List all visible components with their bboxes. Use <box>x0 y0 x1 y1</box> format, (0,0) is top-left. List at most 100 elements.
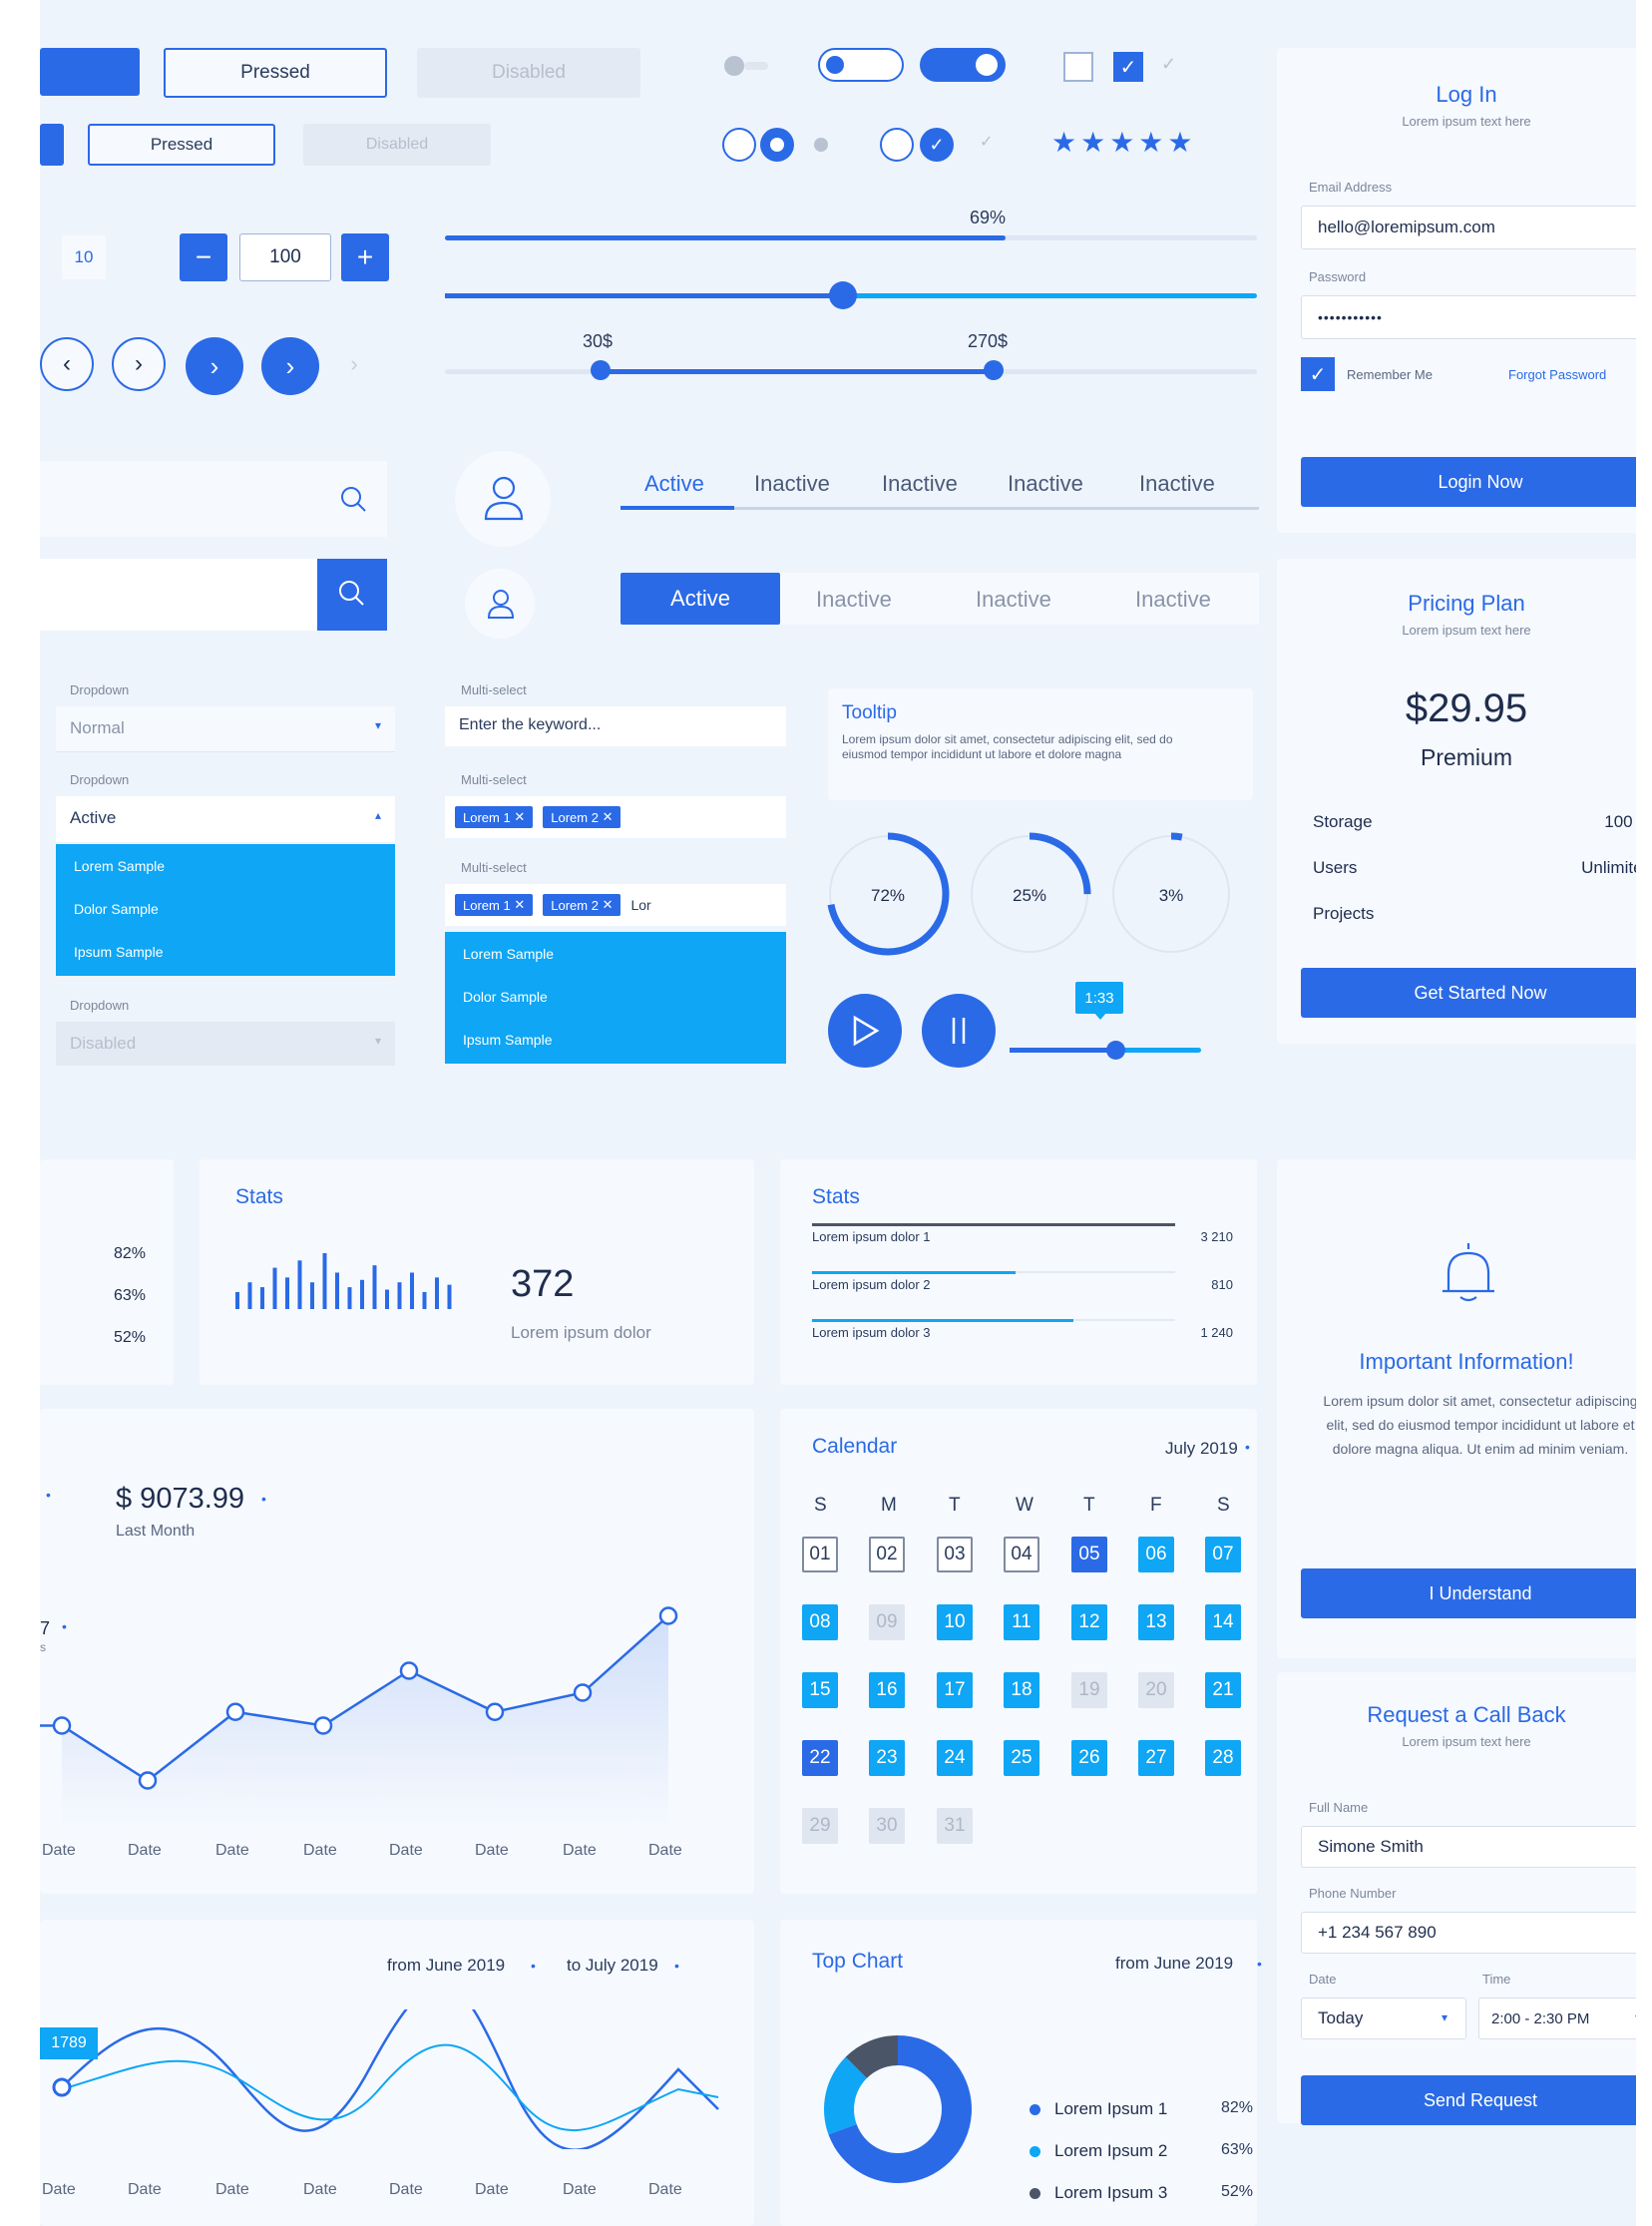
calendar-day[interactable]: 11 <box>1004 1604 1039 1640</box>
checkbox-unchecked[interactable] <box>1063 52 1093 82</box>
tab-filled-inactive-2[interactable]: Inactive <box>976 587 1051 613</box>
play-button[interactable] <box>828 994 902 1068</box>
chevron-down-icon[interactable]: • <box>1245 1439 1250 1455</box>
from-date-select[interactable]: from June 2019 <box>387 1956 505 1976</box>
chip[interactable]: Lorem 1 ✕ <box>455 806 534 828</box>
calendar-day[interactable]: 17 <box>937 1672 973 1708</box>
chip[interactable]: Lorem 2 ✕ <box>543 806 621 828</box>
range-slider-track[interactable] <box>445 360 1257 380</box>
calendar-day[interactable]: 25 <box>1004 1740 1039 1776</box>
close-icon[interactable]: ✕ <box>603 809 614 825</box>
quantity-input[interactable]: 100 <box>239 233 331 281</box>
radio-checked[interactable] <box>760 128 794 162</box>
login-button[interactable]: Login Now <box>1301 457 1636 507</box>
line-point[interactable] <box>658 1606 678 1625</box>
next-filled-button[interactable]: › <box>186 337 243 395</box>
small-stepper-value[interactable]: 10 <box>62 235 106 279</box>
primary-small-button-cut[interactable] <box>40 124 64 166</box>
tab-inactive-2[interactable]: Inactive <box>882 471 958 497</box>
decrement-button[interactable]: − <box>180 233 227 281</box>
calendar-day[interactable]: 21 <box>1205 1672 1241 1708</box>
chevron-down-icon[interactable]: • <box>531 1958 536 1974</box>
tab-filled-inactive-3[interactable]: Inactive <box>1135 587 1211 613</box>
dropdown-dot[interactable]: • <box>46 1487 51 1503</box>
date-select[interactable]: Today ▾ <box>1301 1998 1466 2039</box>
line-point[interactable] <box>138 1771 158 1790</box>
multiselect-with-chips[interactable]: Lorem 1 ✕ Lorem 2 ✕ <box>445 796 786 838</box>
chevron-down-icon[interactable]: • <box>261 1491 266 1507</box>
line-point[interactable] <box>225 1702 245 1721</box>
tab-inactive-3[interactable]: Inactive <box>1008 471 1083 497</box>
calendar-day[interactable]: 01 <box>802 1537 838 1572</box>
calendar-day[interactable]: 02 <box>869 1537 905 1572</box>
wave-marker[interactable] <box>52 2077 72 2097</box>
slider-handle[interactable] <box>828 281 857 309</box>
tab-inactive-4[interactable]: Inactive <box>1139 471 1215 497</box>
multiselect-typing[interactable]: Lorem 1 ✕ Lorem 2 ✕ Lor <box>445 884 786 926</box>
multiselect-option[interactable]: Ipsum Sample <box>445 1018 786 1061</box>
radio-check-on[interactable]: ✓ <box>920 128 954 162</box>
calendar-day[interactable]: 05 <box>1071 1537 1107 1572</box>
calendar-day[interactable]: 08 <box>802 1604 838 1640</box>
close-icon[interactable]: ✕ <box>514 809 525 825</box>
range-min-handle[interactable] <box>591 360 611 380</box>
password-field[interactable]: ••••••••••• <box>1301 295 1636 339</box>
dropdown-option[interactable]: Lorem Sample <box>56 844 395 887</box>
calendar-day[interactable]: 27 <box>1138 1740 1174 1776</box>
dropdown-active[interactable]: Active ▴ <box>56 796 395 842</box>
top-chart-from-select[interactable]: from June 2019 <box>1115 1954 1233 1974</box>
calendar-day[interactable]: 15 <box>802 1672 838 1708</box>
avatar-small[interactable] <box>465 569 535 639</box>
calendar-day[interactable]: 28 <box>1205 1740 1241 1776</box>
line-point[interactable] <box>399 1661 419 1680</box>
dropdown-normal[interactable]: Normal ▾ <box>56 706 395 752</box>
range-max-handle[interactable] <box>984 360 1004 380</box>
line-point[interactable] <box>313 1716 333 1735</box>
calendar-day[interactable]: 07 <box>1205 1537 1241 1572</box>
calendar-day[interactable]: 14 <box>1205 1604 1241 1640</box>
email-field[interactable]: hello@loremipsum.com <box>1301 206 1636 249</box>
get-started-button[interactable]: Get Started Now <box>1301 968 1636 1018</box>
toggle-on[interactable] <box>920 48 1006 82</box>
line-point[interactable] <box>52 1716 72 1735</box>
toggle-off[interactable] <box>818 48 904 82</box>
avatar[interactable] <box>455 451 551 547</box>
calendar-day[interactable]: 06 <box>1138 1537 1174 1572</box>
search-button[interactable] <box>317 559 387 631</box>
calendar-day[interactable]: 03 <box>937 1537 973 1572</box>
tab-active[interactable]: Active <box>644 471 704 497</box>
full-name-field[interactable]: Simone Smith <box>1301 1826 1636 1868</box>
to-date-select[interactable]: to July 2019 <box>567 1956 658 1976</box>
send-request-button[interactable]: Send Request <box>1301 2075 1636 2125</box>
close-icon[interactable]: ✕ <box>603 897 614 913</box>
tab-filled-inactive-1[interactable]: Inactive <box>816 587 892 613</box>
calendar-day[interactable]: 23 <box>869 1740 905 1776</box>
chevron-down-icon[interactable]: • <box>1257 1956 1262 1972</box>
line-point[interactable] <box>485 1702 505 1721</box>
pressed-button[interactable]: Pressed <box>164 48 387 98</box>
increment-button[interactable]: + <box>341 233 389 281</box>
calendar-month[interactable]: July 2019 <box>1165 1439 1238 1459</box>
checkbox-checked[interactable]: ✓ <box>1113 52 1143 82</box>
tab-inactive-1[interactable]: Inactive <box>754 471 830 497</box>
calendar-day[interactable]: 13 <box>1138 1604 1174 1640</box>
multiselect-input[interactable]: Enter the keyword... <box>445 706 786 746</box>
calendar-day[interactable]: 22 <box>802 1740 838 1776</box>
scrubber-handle[interactable] <box>1105 1041 1125 1060</box>
media-scrubber[interactable] <box>1010 1041 1201 1060</box>
chip[interactable]: Lorem 2 ✕ <box>543 894 621 916</box>
star-rating[interactable]: ★★★★★ <box>1051 126 1197 159</box>
multiselect-option[interactable]: Dolor Sample <box>445 975 786 1018</box>
forgot-password-link[interactable]: Forgot Password <box>1508 367 1606 382</box>
understand-button[interactable]: I Understand <box>1301 1568 1636 1618</box>
line-point[interactable] <box>573 1683 593 1702</box>
calendar-day[interactable]: 04 <box>1004 1537 1039 1572</box>
dropdown-option[interactable]: Ipsum Sample <box>56 930 395 973</box>
calendar-day[interactable]: 12 <box>1071 1604 1107 1640</box>
calendar-day[interactable]: 26 <box>1071 1740 1107 1776</box>
search-input-filled[interactable] <box>40 559 387 631</box>
time-select[interactable]: 2:00 - 2:30 PM ▾ <box>1478 1998 1636 2039</box>
primary-button-cut[interactable] <box>40 48 140 96</box>
next-filled-button-2[interactable]: › <box>261 337 319 395</box>
pressed-small-button[interactable]: Pressed <box>88 124 275 166</box>
